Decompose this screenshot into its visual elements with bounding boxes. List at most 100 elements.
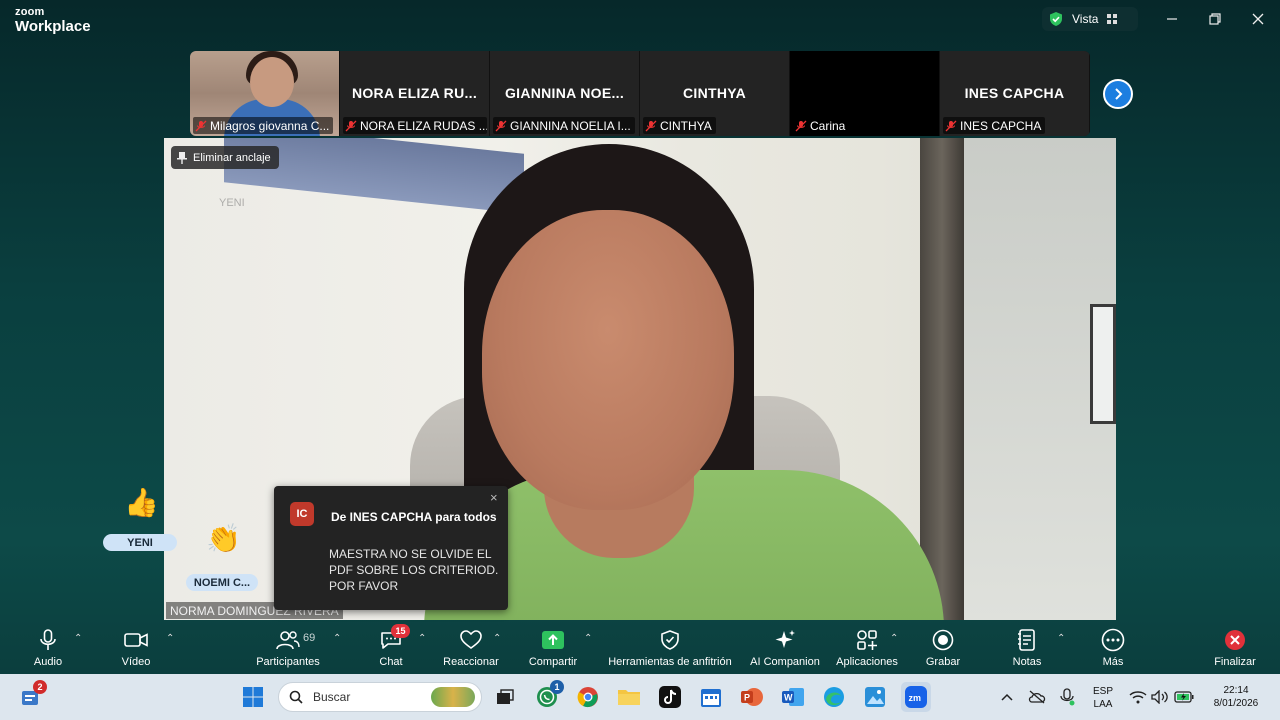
tiktok-button[interactable] xyxy=(655,682,685,712)
participant-tile[interactable]: CINTHYA CINTHYA xyxy=(640,51,790,136)
input-language-indicator[interactable]: ESP LAA xyxy=(1090,685,1116,711)
thumbs-up-reaction-icon: 👍 xyxy=(124,487,159,518)
ai-companion-label: AI Companion xyxy=(750,656,820,668)
apps-options-caret-icon[interactable]: ⌃ xyxy=(890,633,898,644)
clock-date: 8/01/2026 xyxy=(1213,698,1259,709)
microphone-icon xyxy=(40,629,56,650)
end-meeting-icon xyxy=(1225,630,1245,650)
notes-options-caret-icon[interactable]: ⌃ xyxy=(1057,633,1065,644)
start-button[interactable] xyxy=(238,682,268,712)
share-screen-icon xyxy=(542,631,564,649)
participant-tile[interactable]: INES CAPCHA INES CAPCHA xyxy=(940,51,1090,136)
zoom-taskbar-button[interactable]: zm xyxy=(901,682,931,712)
powerpoint-button[interactable]: P xyxy=(737,682,767,712)
view-label: Vista xyxy=(1072,12,1099,26)
tray-overflow-button[interactable] xyxy=(994,682,1020,712)
video-options-caret-icon[interactable]: ⌃ xyxy=(166,633,174,644)
zoom-logo: zoom Workplace xyxy=(15,7,91,35)
file-explorer-button[interactable] xyxy=(614,682,644,712)
calendar-icon xyxy=(701,689,721,707)
close-window-button[interactable] xyxy=(1246,8,1270,30)
participant-label: INES CAPCHA xyxy=(943,117,1046,134)
taskbar-search[interactable]: Buscar xyxy=(278,682,482,712)
battery-charging-icon xyxy=(1174,691,1194,703)
apps-label: Aplicaciones xyxy=(836,656,898,668)
participant-big-name: INES CAPCHA xyxy=(964,85,1065,101)
video-button[interactable]: Vídeo xyxy=(115,622,157,672)
end-meeting-button[interactable]: Finalizar xyxy=(1212,622,1258,672)
mic-muted-icon xyxy=(945,120,957,131)
ai-companion-button[interactable]: AI Companion xyxy=(748,622,822,672)
share-label: Compartir xyxy=(528,656,578,668)
chrome-button[interactable] xyxy=(573,682,603,712)
record-label: Grabar xyxy=(925,656,961,668)
search-highlight-icon xyxy=(431,687,475,707)
whatsapp-button[interactable]: 1 xyxy=(532,680,564,712)
close-notification-button[interactable]: × xyxy=(490,490,498,505)
restore-button[interactable] xyxy=(1203,8,1227,30)
audio-options-caret-icon[interactable]: ⌃ xyxy=(74,633,82,644)
record-button[interactable]: Grabar xyxy=(924,622,962,672)
participant-tile[interactable]: Milagros giovanna C... xyxy=(190,51,340,136)
share-button[interactable]: Compartir xyxy=(525,622,581,672)
microphone-tray-icon xyxy=(1060,688,1075,706)
participant-label: GIANNINA NOELIA I... xyxy=(493,117,635,134)
participants-button[interactable]: Participantes xyxy=(252,622,324,672)
next-page-button[interactable] xyxy=(1103,79,1133,109)
mic-muted-icon xyxy=(195,120,207,131)
battery-button[interactable] xyxy=(1170,682,1198,712)
share-options-caret-icon[interactable]: ⌃ xyxy=(584,633,592,644)
brand-large: Workplace xyxy=(15,18,91,35)
task-view-button[interactable] xyxy=(490,682,520,712)
chat-options-caret-icon[interactable]: ⌃ xyxy=(418,633,426,644)
task-view-icon xyxy=(497,689,514,704)
participants-label: Participantes xyxy=(256,656,320,668)
participants-icon xyxy=(276,631,300,650)
unpin-button[interactable]: Eliminar anclaje xyxy=(171,146,279,169)
participant-name: Carina xyxy=(810,118,846,133)
react-options-caret-icon[interactable]: ⌃ xyxy=(493,633,501,644)
participant-tile[interactable]: NORA ELIZA RU... NORA ELIZA RUDAS ... xyxy=(340,51,490,136)
widgets-button[interactable]: 2 xyxy=(15,680,47,712)
notes-button[interactable]: Notas xyxy=(1008,622,1046,672)
photos-icon xyxy=(865,687,885,707)
participant-tile[interactable]: Carina xyxy=(790,51,940,136)
clock[interactable]: 22:14 8/01/2026 xyxy=(1204,684,1268,710)
participant-name: Milagros giovanna C... xyxy=(210,118,330,133)
edge-icon xyxy=(824,687,844,707)
chat-button[interactable]: 15 Chat xyxy=(375,622,410,672)
keyboard-layout: LAA xyxy=(1093,699,1113,710)
powerpoint-icon: P xyxy=(741,688,763,706)
chevron-right-icon xyxy=(1115,88,1123,100)
participants-options-caret-icon[interactable]: ⌃ xyxy=(333,633,341,644)
zoom-app-icon: zm xyxy=(905,686,927,708)
more-button[interactable]: Más xyxy=(1096,622,1130,672)
participant-tile[interactable]: GIANNINA NOE... GIANNINA NOELIA I... xyxy=(490,51,640,136)
search-placeholder: Buscar xyxy=(313,690,351,704)
tray-cloud-button[interactable] xyxy=(1024,682,1050,712)
view-button[interactable]: Vista xyxy=(1042,7,1138,31)
word-button[interactable]: W xyxy=(778,682,808,712)
video-background-door xyxy=(920,138,964,620)
windows-taskbar: 2 Buscar 1 P W zm ESP LAA 22:14 8/01/202… xyxy=(0,674,1280,720)
react-button[interactable]: Reaccionar xyxy=(440,622,502,672)
calendar-button[interactable] xyxy=(696,682,726,712)
participant-name: GIANNINA NOELIA I... xyxy=(510,118,631,133)
clap-reaction-icon: 👏 xyxy=(206,523,241,554)
host-tools-button[interactable]: Herramientas de anfitrión xyxy=(606,622,734,672)
minimize-button[interactable] xyxy=(1160,8,1184,30)
sender-avatar: IC xyxy=(290,502,314,526)
participant-label: NORA ELIZA RUDAS ... xyxy=(343,117,487,134)
participant-label: Milagros giovanna C... xyxy=(193,117,334,134)
audio-button[interactable]: Audio xyxy=(28,622,68,672)
minimize-icon xyxy=(1167,18,1177,20)
photos-button[interactable] xyxy=(860,682,890,712)
shield-check-icon xyxy=(1050,12,1062,26)
edge-button[interactable] xyxy=(819,682,849,712)
tray-mic-button[interactable] xyxy=(1054,682,1080,712)
apps-button[interactable]: Aplicaciones xyxy=(835,622,899,672)
reaction-name-tag: NOEMI C... xyxy=(186,574,258,591)
svg-text:P: P xyxy=(744,693,750,703)
chat-notification[interactable]: IC De INES CAPCHA para todos × MAESTRA N… xyxy=(274,486,508,610)
close-icon xyxy=(1252,13,1264,25)
